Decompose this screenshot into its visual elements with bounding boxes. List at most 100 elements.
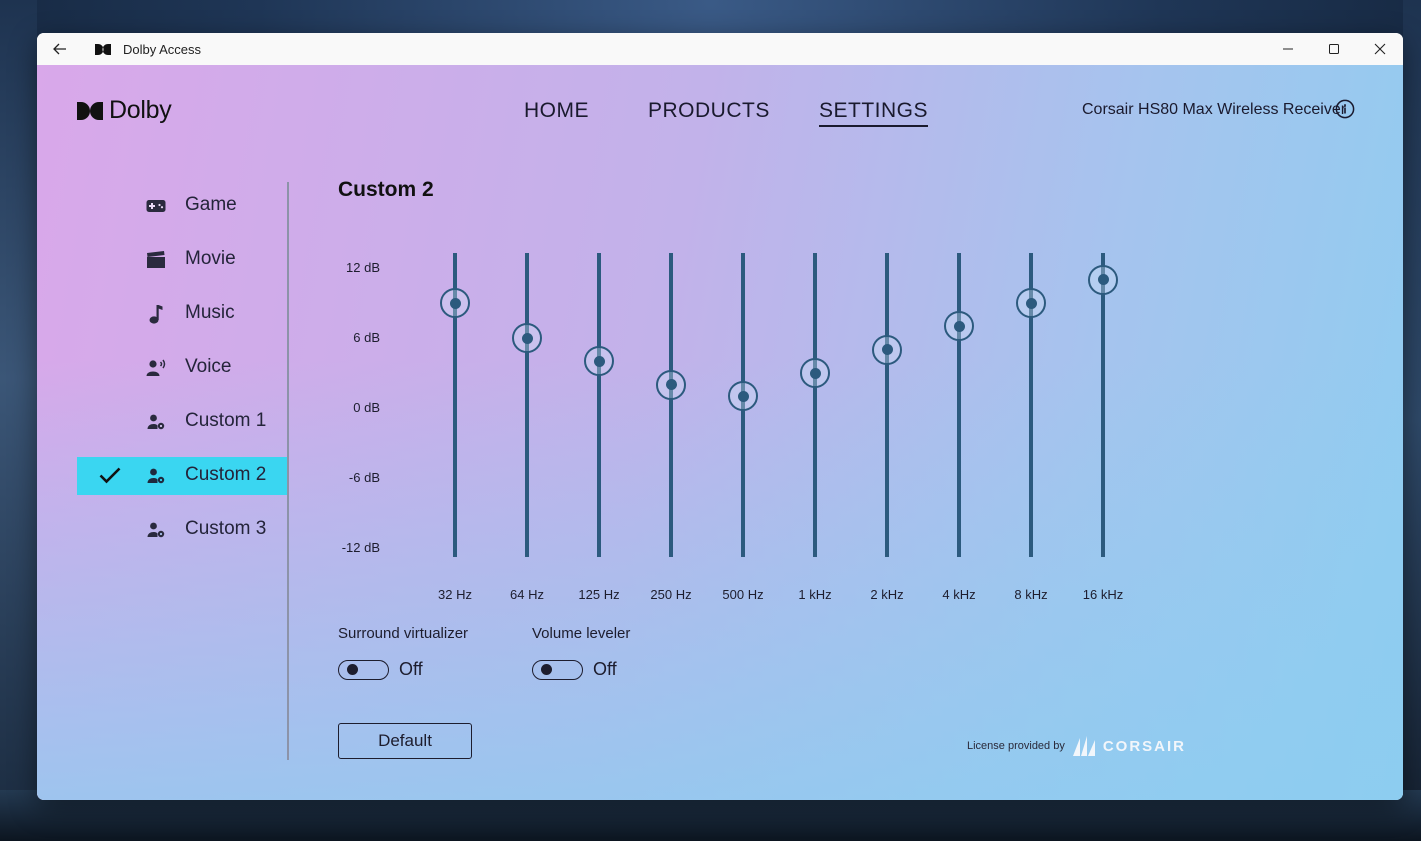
surround-virtualizer-label: Surround virtualizer [338,625,469,642]
maximize-icon [1329,44,1339,54]
eq-slider-thumb[interactable] [728,381,758,412]
dolby-app-icon [95,43,115,55]
voice-icon [145,358,167,378]
license-text: License provided by [967,740,1065,752]
db-axis-label: -6 dB [348,470,380,485]
brand-name: Dolby [109,96,172,124]
eq-frequency-label: 16 kHz [1082,587,1124,602]
clapperboard-icon [145,250,167,270]
eq-slider-track[interactable] [669,253,673,557]
eq-slider-track[interactable] [885,253,889,557]
preset-label: Custom 2 [185,464,267,485]
back-button[interactable] [37,33,83,65]
dolby-logo[interactable]: Dolby [77,96,172,125]
nav-home[interactable]: HOME [524,99,589,125]
surround-virtualizer-state: Off [399,659,423,679]
desktop-background [0,0,37,841]
nav-settings[interactable]: SETTINGS [819,99,929,127]
preset-custom-1[interactable]: Custom 1 [77,403,289,441]
preset-custom-2[interactable]: Custom 2 [77,457,289,495]
user-gear-icon [145,466,167,486]
device-name: Corsair HS80 Max Wireless Receiver [1082,101,1347,118]
eq-slider-thumb[interactable] [944,311,974,342]
eq-slider-thumb[interactable] [1016,288,1046,318]
close-button[interactable] [1357,33,1403,65]
eq-frequency-label: 125 Hz [578,587,620,602]
gamepad-icon [145,196,167,216]
volume-leveler-state: Off [593,659,617,679]
eq-frequency-label: 8 kHz [1014,587,1048,602]
eq-slider-track[interactable] [813,253,817,557]
db-axis-label: 12 dB [346,260,380,275]
eq-frequency-label: 1 kHz [798,587,832,602]
eq-frequency-label: 2 kHz [870,587,904,602]
corsair-logo-text: CORSAIR [1102,737,1187,755]
eq-frequency-label: 500 Hz [722,587,764,602]
preset-label: Custom 3 [185,518,267,539]
db-axis-label: 0 dB [353,400,380,415]
music-note-icon [145,304,167,324]
eq-slider-thumb[interactable] [800,358,830,388]
checkmark-icon [99,466,121,489]
minimize-button[interactable] [1265,33,1311,65]
eq-slider-thumb[interactable] [872,334,902,365]
eq-frequency-label: 64 Hz [510,587,544,602]
eq-slider-track[interactable] [1101,253,1105,557]
arrow-left-icon [53,43,66,55]
eq-slider-track[interactable] [525,253,529,557]
eq-slider-thumb-dot [737,390,749,402]
user-gear-icon [145,520,167,540]
license-info: License provided by CORSAIR [967,735,1186,757]
nav-products[interactable]: PRODUCTS [648,99,770,125]
close-icon [1374,43,1386,55]
preset-voice[interactable]: Voice [77,349,289,387]
preset-label: Game [185,194,237,215]
eq-slider-track[interactable] [957,253,961,557]
sidebar-divider [287,182,289,760]
eq-slider-thumb[interactable] [1088,264,1118,295]
minimize-icon [1283,48,1293,50]
eq-frequency-label: 32 Hz [438,587,472,602]
app-content: Dolby HOME PRODUCTS SETTINGS Corsair HS8… [37,65,1403,800]
eq-slider-thumb-dot [809,367,821,379]
preset-custom-3[interactable]: Custom 3 [77,511,289,549]
preset-music[interactable]: Music [77,295,289,333]
eq-slider-thumb-dot [1097,274,1109,286]
info-icon [1335,99,1355,119]
eq-frequency-label: 4 kHz [942,587,976,602]
title-bar: Dolby Access [37,33,1403,65]
eq-slider-thumb-dot [449,297,461,309]
corsair-sails-icon [1072,736,1095,756]
app-window: Dolby Access Dolby HOME PRODUCTS SETTING… [37,33,1403,800]
db-axis-label: 6 dB [353,330,380,345]
preset-label: Voice [185,356,232,377]
eq-slider-thumb-dot [881,344,893,356]
preset-label: Custom 1 [185,410,267,431]
eq-slider-thumb-dot [521,332,533,344]
eq-slider-thumb[interactable] [584,346,614,377]
eq-slider-thumb[interactable] [440,288,470,318]
preset-movie[interactable]: Movie [77,241,289,279]
dolby-logo-icon [77,101,103,120]
preset-label: Music [185,302,235,323]
surround-virtualizer-toggle[interactable] [338,659,389,680]
default-button[interactable]: Default [338,723,472,759]
eq-slider-track[interactable] [597,253,601,557]
eq-slider-thumb-dot [953,320,965,332]
volume-leveler-toggle[interactable] [532,659,583,680]
preset-sidebar: Game Movie Music Voice Custom 1 Custom 2… [77,187,289,565]
preset-label: Movie [185,248,236,269]
preset-game[interactable]: Game [77,187,289,225]
toggle-knob [541,663,552,675]
user-gear-icon [145,412,167,432]
eq-slider-thumb[interactable] [512,323,542,353]
db-axis-label: -12 dB [341,540,380,555]
eq-slider-thumb[interactable] [656,369,686,400]
eq-frequency-label: 250 Hz [650,587,692,602]
info-button[interactable] [1335,99,1355,124]
eq-slider-thumb-dot [1025,297,1037,309]
eq-slider-thumb-dot [665,379,677,391]
maximize-button[interactable] [1311,33,1357,65]
surround-virtualizer-setting: Surround virtualizer Off [338,625,468,680]
preset-title: Custom 2 [338,178,434,201]
